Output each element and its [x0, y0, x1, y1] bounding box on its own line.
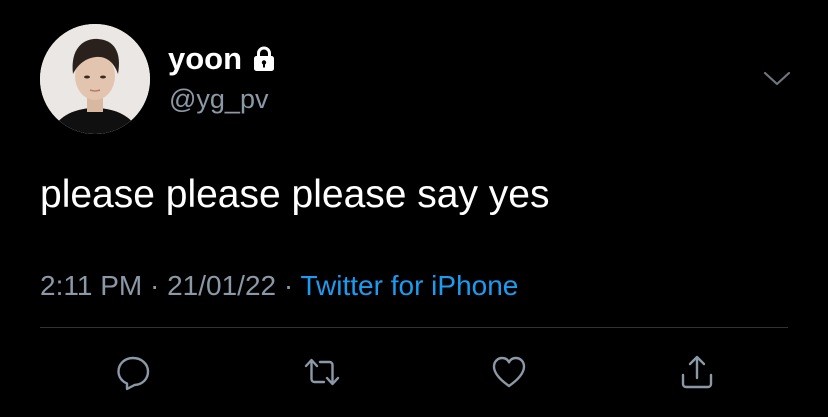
tweet-date[interactable]: 21/01/22 [167, 270, 276, 301]
like-button[interactable] [489, 352, 529, 392]
divider [40, 327, 788, 328]
chevron-down-icon[interactable] [760, 66, 794, 90]
tweet-time[interactable]: 2:11 PM [40, 270, 142, 301]
display-name[interactable]: yoon [168, 40, 242, 78]
share-icon [681, 355, 713, 389]
reply-icon [117, 356, 150, 391]
user-handle[interactable]: @yg_pv [169, 82, 268, 116]
retweet-icon [304, 358, 340, 386]
tweet-meta: 2:11 PM · 21/01/22 · Twitter for iPhone [40, 268, 518, 304]
avatar[interactable] [40, 24, 150, 134]
meta-separator: · [142, 270, 168, 301]
author-name-row: yoon [168, 40, 276, 78]
share-button[interactable] [677, 352, 717, 392]
lock-icon [252, 45, 276, 73]
tweet-source-link[interactable]: Twitter for iPhone [300, 270, 518, 301]
reply-button[interactable] [113, 352, 153, 392]
heart-icon [492, 356, 526, 388]
meta-separator: · [276, 270, 301, 301]
tweet-text: please please please say yes [40, 173, 550, 216]
avatar-photo [40, 24, 150, 134]
retweet-button[interactable] [302, 352, 342, 392]
